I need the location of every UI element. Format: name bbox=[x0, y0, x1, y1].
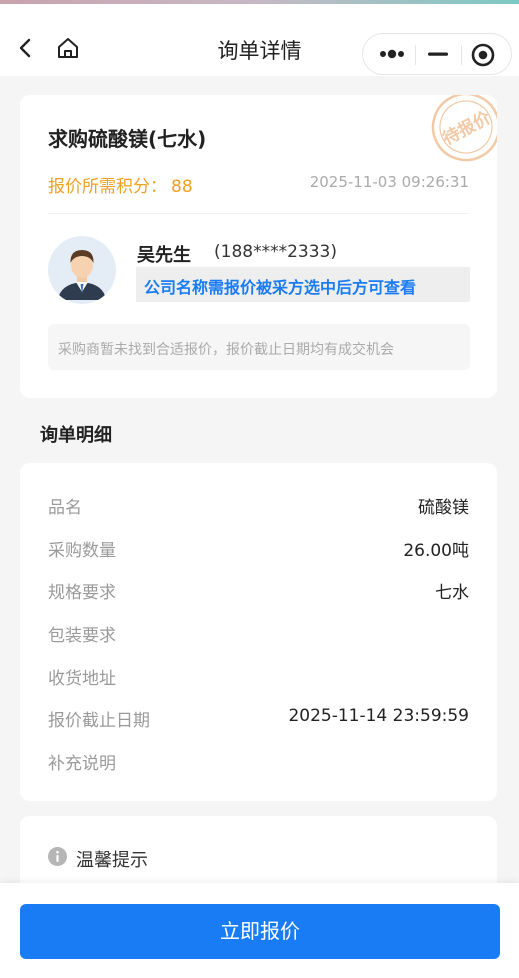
info-icon bbox=[48, 847, 67, 866]
company-hidden-notice: 公司名称需报价被采方选中后方可查看 bbox=[136, 267, 470, 302]
inquiry-time: 2025-11-03 09:26:31 bbox=[309, 173, 469, 191]
points-value: 88 bbox=[171, 177, 193, 197]
detail-label: 品名 bbox=[48, 498, 82, 518]
quote-now-button[interactable]: 立即报价 bbox=[20, 904, 500, 959]
points-row: 报价所需积分： 88 bbox=[48, 172, 193, 197]
close-target-icon[interactable] bbox=[471, 43, 495, 67]
detail-value: 硫酸镁 bbox=[418, 498, 469, 518]
detail-label: 报价截止日期 bbox=[48, 711, 150, 731]
detail-label: 补充说明 bbox=[48, 754, 116, 774]
detail-label: 收货地址 bbox=[48, 669, 116, 689]
points-label: 报价所需积分： bbox=[48, 177, 167, 197]
detail-value: 2025-11-14 23:59:59 bbox=[288, 706, 469, 726]
mini-program-capsule bbox=[362, 33, 512, 75]
buyer-phone: (188****2333) bbox=[214, 242, 337, 262]
detail-row-spec: 规格要求 七水 bbox=[48, 578, 469, 603]
detail-row-packaging: 包装要求 bbox=[48, 621, 469, 646]
details-card: 品名 硫酸镁 采购数量 26.00吨 规格要求 七水 包装要求 收货地址 报价截… bbox=[20, 463, 497, 801]
pending-quote-stamp-icon: 待报价 bbox=[431, 95, 497, 162]
detail-row-quantity: 采购数量 26.00吨 bbox=[48, 536, 469, 561]
buyer-avatar bbox=[48, 236, 116, 304]
nav-bar: 询单详情 bbox=[0, 4, 519, 76]
detail-row-address: 收货地址 bbox=[48, 664, 469, 689]
notice-text: 采购商暂未找到合适报价，报价截止日期均有成交机会 bbox=[58, 342, 394, 358]
capsule-divider bbox=[461, 45, 462, 65]
more-dots-icon[interactable] bbox=[377, 44, 411, 64]
inquiry-card: 求购硫酸镁(七水) 待报价 报价所需积分： 88 2025-11-03 09:26… bbox=[20, 95, 497, 398]
detail-row-remarks: 补充说明 bbox=[48, 749, 469, 774]
capsule-divider bbox=[415, 45, 416, 65]
tips-label: 温馨提示 bbox=[76, 850, 148, 871]
details-section-title: 询单明细 bbox=[40, 425, 112, 446]
minimize-icon[interactable] bbox=[425, 44, 451, 64]
detail-label: 包装要求 bbox=[48, 626, 116, 646]
divider bbox=[48, 213, 469, 214]
company-notice-text: 公司名称需报价被采方选中后方可查看 bbox=[144, 278, 417, 297]
detail-label: 规格要求 bbox=[48, 583, 116, 603]
detail-value: 七水 bbox=[435, 583, 469, 603]
buyer-name: 吴先生 bbox=[137, 245, 191, 266]
detail-label: 采购数量 bbox=[48, 541, 116, 561]
detail-row-deadline: 报价截止日期 2025-11-14 23:59:59 bbox=[48, 706, 469, 731]
product-title: 求购硫酸镁(七水) bbox=[48, 127, 207, 151]
bottom-action-bar: 立即报价 bbox=[0, 883, 519, 978]
opportunity-notice: 采购商暂未找到合适报价，报价截止日期均有成交机会 bbox=[48, 324, 470, 370]
detail-row-product-name: 品名 硫酸镁 bbox=[48, 493, 469, 518]
detail-value: 26.00吨 bbox=[403, 541, 469, 561]
